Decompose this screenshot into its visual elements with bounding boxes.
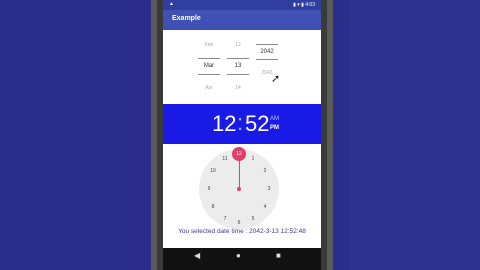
app-title: Example xyxy=(172,15,201,22)
clock-center xyxy=(237,187,241,191)
clock-number[interactable]: 10 xyxy=(208,168,218,174)
day-picker[interactable]: 12 13 14 xyxy=(227,38,249,98)
background-panel xyxy=(350,0,480,270)
home-icon[interactable]: ● xyxy=(236,251,241,260)
selected-hour[interactable]: 12 xyxy=(232,147,246,161)
clock-number[interactable]: 3 xyxy=(264,186,274,192)
result-text: You selected date time : 2042-3-13 12:52… xyxy=(178,228,306,235)
clock-number[interactable]: 9 xyxy=(204,186,214,192)
picker-divider xyxy=(256,44,278,45)
clock-face[interactable]: 12 1 2 3 4 5 6 7 8 9 10 11 xyxy=(199,147,279,229)
mouse-cursor-icon: ➚ xyxy=(271,73,281,85)
clock-number[interactable]: 11 xyxy=(220,156,230,162)
recent-apps-icon[interactable]: ■ xyxy=(276,251,281,260)
month-selected[interactable]: Mar xyxy=(198,63,220,69)
clock-number[interactable]: 1 xyxy=(248,156,258,162)
hour-display[interactable]: 12 xyxy=(212,111,236,137)
time-display: 12 : 52 AM PM xyxy=(163,104,321,144)
time-colon: : xyxy=(237,110,244,135)
phone-screen: ▲ ▮ ▾ ▮ 4:03 Example Feb Mar Apr 12 13 1… xyxy=(163,0,321,270)
clock-number[interactable]: 2 xyxy=(260,168,270,174)
month-next[interactable]: Apr xyxy=(198,85,220,91)
clock-number[interactable]: 7 xyxy=(220,216,230,222)
day-next[interactable]: 14 xyxy=(227,85,249,91)
year-prev[interactable]: 2042 xyxy=(256,49,278,55)
picker-divider xyxy=(256,59,278,60)
picker-divider xyxy=(227,58,249,59)
back-icon[interactable]: ◀ xyxy=(194,251,200,260)
app-bar: Example xyxy=(163,10,321,30)
day-selected[interactable]: 13 xyxy=(227,63,249,69)
month-picker[interactable]: Feb Mar Apr xyxy=(198,38,220,98)
status-bar: ▲ ▮ ▾ ▮ 4:03 xyxy=(163,0,321,10)
picker-divider xyxy=(198,58,220,59)
am-toggle[interactable]: AM xyxy=(270,116,279,122)
day-prev[interactable]: 12 xyxy=(227,42,249,48)
year-picker[interactable]: 2042 2043 xyxy=(256,38,278,98)
minute-display[interactable]: 52 xyxy=(245,111,269,137)
clock-number[interactable]: 6 xyxy=(234,220,244,226)
month-prev[interactable]: Feb xyxy=(198,42,220,48)
pm-toggle[interactable]: PM xyxy=(270,125,279,131)
nav-bar: ◀ ● ■ xyxy=(163,248,321,270)
picker-divider xyxy=(198,74,220,75)
clock-number[interactable]: 8 xyxy=(208,204,218,210)
clock-number[interactable]: 5 xyxy=(248,216,258,222)
notification-icon: ▲ xyxy=(169,1,174,7)
clock-number[interactable]: 4 xyxy=(260,204,270,210)
picker-divider xyxy=(227,74,249,75)
status-right: ▮ ▾ ▮ 4:03 xyxy=(293,2,315,8)
